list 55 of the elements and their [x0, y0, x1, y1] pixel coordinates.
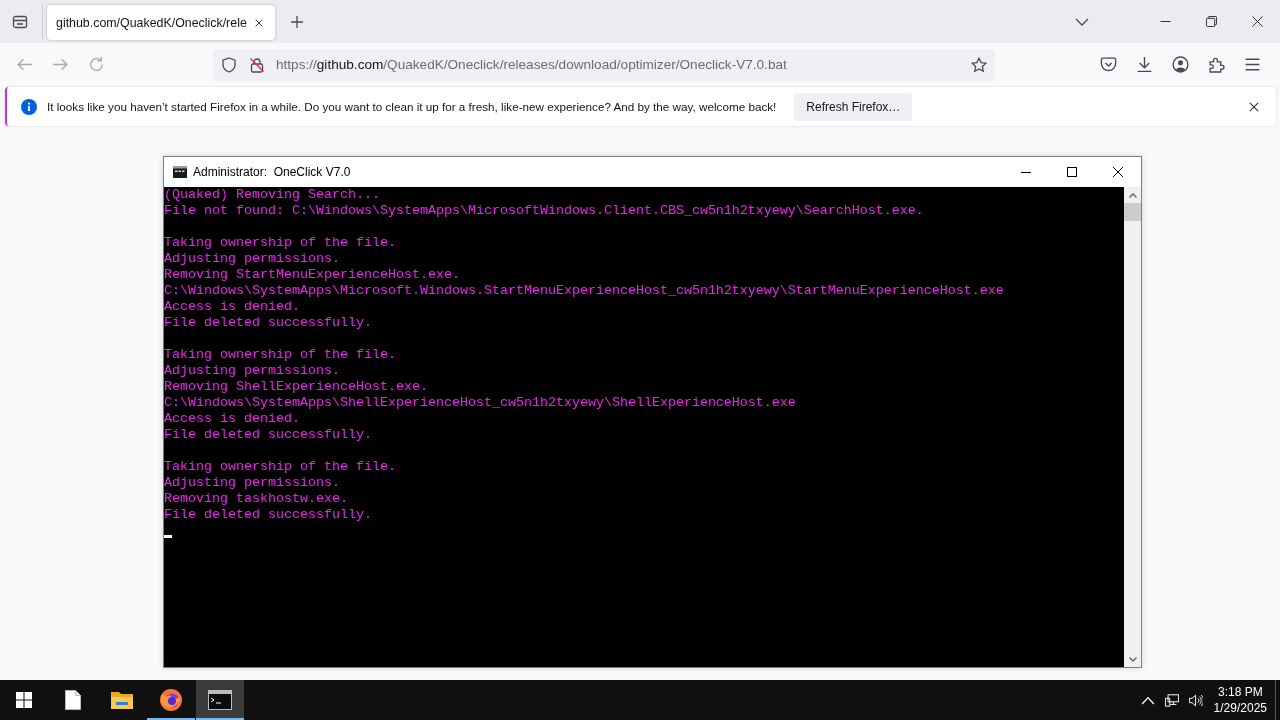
shield-icon[interactable]	[221, 56, 237, 73]
close-icon[interactable]	[1113, 167, 1123, 177]
close-icon[interactable]	[1249, 101, 1259, 112]
console-line: Adjusting permissions.	[164, 363, 340, 379]
scroll-down-icon[interactable]	[1128, 657, 1137, 662]
console-line: C:\Windows\SystemApps\ShellExperienceHost_cw5n1h2txyewy\ShellExperienceHost.exe	[164, 395, 796, 411]
console-line: Adjusting permissions.	[164, 475, 340, 491]
star-icon[interactable]	[971, 56, 987, 73]
terminal-icon	[173, 166, 187, 178]
console-line: Adjusting permissions.	[164, 251, 340, 267]
notification-message: It looks like you haven’t started Firefox in a while. Do you want to clean it up for a fresh, like-new experience? And by the way, welcome back!	[47, 100, 777, 113]
close-icon[interactable]	[1251, 16, 1263, 27]
puzzle-icon[interactable]	[1207, 56, 1225, 73]
console-line: Taking ownership of the file.	[164, 347, 396, 363]
plus-icon[interactable]	[288, 13, 305, 30]
network-icon[interactable]	[1164, 693, 1179, 707]
tab-list-icon[interactable]	[12, 13, 28, 30]
console-line: File not found: C:\Windows\SystemApps\MicrosoftWindows.Client.CBS_cw5n1h2txyewy\SearchHost.exe.	[164, 203, 924, 219]
browser-icon	[159, 688, 183, 712]
terminal-icon	[208, 690, 232, 710]
chevron-shield-icon[interactable]	[1099, 56, 1117, 73]
console-line: Taking ownership of the file.	[164, 235, 396, 251]
console-line: Access is denied.	[164, 299, 300, 315]
vertical-scrollbar[interactable]	[1124, 187, 1141, 667]
refresh-button[interactable]: Refresh Firefox…	[794, 92, 913, 121]
console-line: Taking ownership of the file.	[164, 459, 396, 475]
start-icon[interactable]	[16, 692, 32, 708]
clock-time[interactable]: 3:18 PM	[1217, 684, 1263, 700]
console-line: Removing taskhostw.exe.	[164, 491, 348, 507]
account-icon[interactable]	[1171, 56, 1189, 73]
scrollbar-thumb[interactable]	[1124, 203, 1141, 221]
clock-date[interactable]: 1/29/2025	[1213, 700, 1267, 716]
crossed-lock-icon[interactable]	[249, 56, 265, 73]
folder-icon	[110, 690, 134, 710]
browser-tab[interactable]: github.com/QuakedK/Oneclick/rele	[47, 5, 275, 40]
maximize-icon[interactable]	[1067, 167, 1077, 177]
window-title: Administrator: OneClick V7.0	[193, 165, 351, 179]
restore-icon[interactable]	[1205, 16, 1217, 27]
speaker-icon[interactable]	[1188, 693, 1203, 707]
console-line: Removing ShellExperienceHost.exe.	[164, 379, 428, 395]
console-line: File deleted successfully.	[164, 427, 372, 443]
document-icon	[65, 690, 81, 710]
console-line: (Quaked) Removing Search...	[164, 187, 380, 203]
console-line: File deleted successfully.	[164, 507, 372, 523]
taskbar-app-button[interactable]	[196, 680, 244, 720]
console-line: Access is denied.	[164, 411, 300, 427]
info-icon	[21, 98, 37, 115]
menu-icon[interactable]	[1243, 56, 1261, 73]
scroll-up-icon[interactable]	[1128, 193, 1137, 198]
address-field[interactable]: https://github.com/QuakedK/Oneclick/releases/download/optimizer/Oneclick-V7.0.bat	[213, 48, 995, 81]
download-icon[interactable]	[1135, 56, 1153, 73]
console-line: Removing StartMenuExperienceHost.exe.	[164, 267, 460, 283]
console-line: C:\Windows\SystemApps\Microsoft.Windows.StartMenuExperienceHost_cw5n1h2txyewy\StartMenuExperienceHost.exe	[164, 283, 1004, 299]
url-text[interactable]: https://github.com/QuakedK/Oneclick/releases/download/optimizer/Oneclick-V7.0.bat	[276, 57, 787, 72]
console-line: File deleted successfully.	[164, 315, 372, 331]
